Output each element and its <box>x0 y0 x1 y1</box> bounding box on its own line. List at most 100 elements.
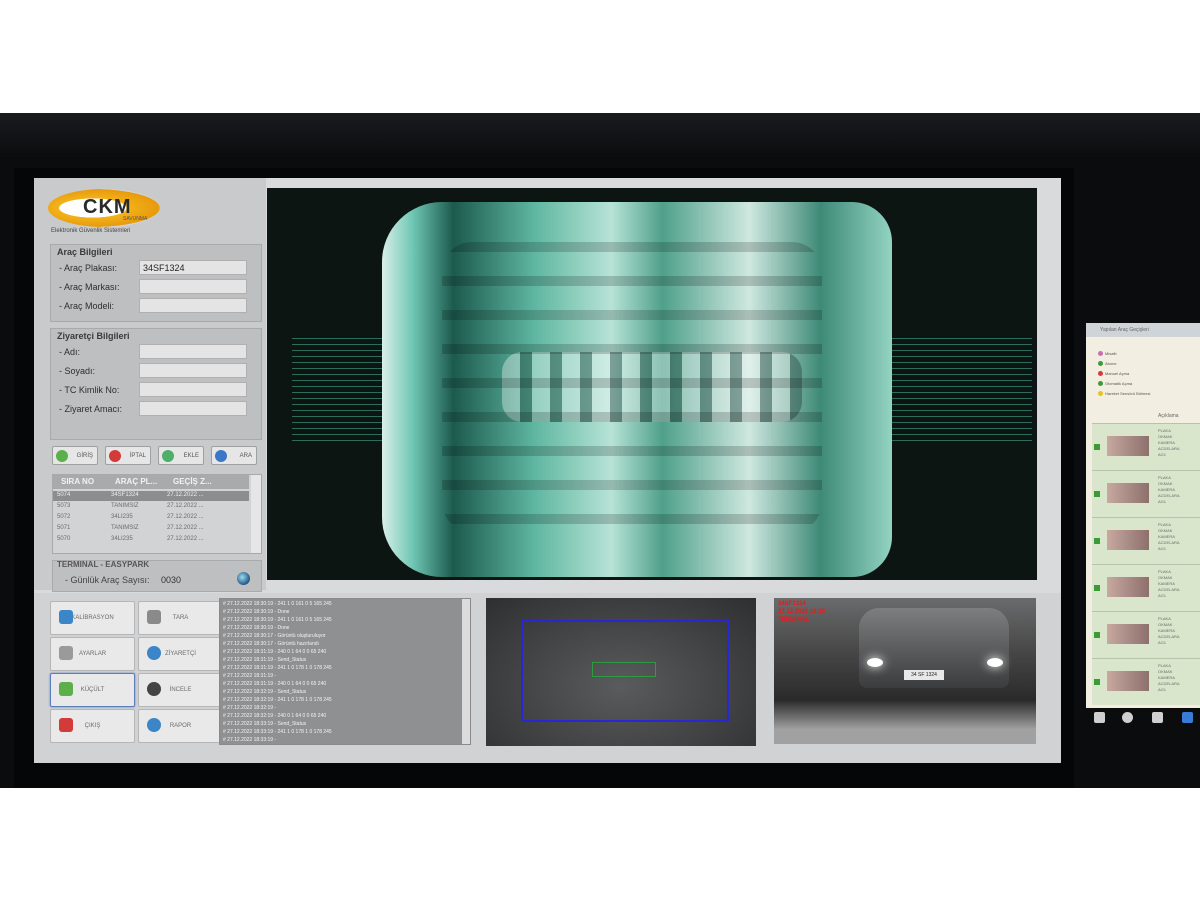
vehicle-info-group: Araç Bilgileri - Araç Plakası: 34SF1324 … <box>50 244 262 322</box>
task-view-icon[interactable] <box>1152 712 1163 723</box>
list-item[interactable]: PLAKA OKMAK KAMERA ACDELARA AG1 <box>1092 658 1200 705</box>
visitor-name-row: - Adı: <box>51 343 261 361</box>
visitor-tc-label: - TC Kimlik No: <box>59 385 120 395</box>
plate-label: - Araç Plakası: <box>59 263 118 273</box>
globe-icon[interactable] <box>237 572 250 585</box>
table-cell: TANIMSIZ <box>111 525 139 531</box>
visitor-tc-row: - TC Kimlik No: <box>51 381 261 399</box>
table-row[interactable]: 5073 TANIMSIZ 27.12.2022 ... <box>53 502 249 512</box>
settings-button[interactable]: AYARLAR <box>50 637 135 671</box>
visitor-info-title: Ziyaretçi Bilgileri <box>57 331 130 341</box>
table-cell: 27.12.2022 ... <box>167 503 204 509</box>
arrow-down-icon <box>59 682 73 696</box>
logo-tagline: Elektronik Güvenlik Sistemleri <box>51 228 131 234</box>
visitor-button[interactable]: ZİYARETÇİ <box>138 637 223 671</box>
tools-icon <box>59 646 73 660</box>
column-header[interactable]: GEÇİŞ Z... <box>173 477 212 486</box>
log-line: # 27.12.2022 18:31:19 - Send_Status <box>223 657 307 663</box>
ekle-label: EKLE <box>183 453 199 459</box>
scan-button[interactable]: TARA <box>138 601 223 635</box>
visitor-surname-label: - Soyadı: <box>59 366 96 376</box>
calibration-icon <box>59 610 73 624</box>
windows-start-icon[interactable] <box>1094 712 1105 723</box>
list-item[interactable]: PLAKA OKMAK KAMERA ACDELARA AG1 <box>1092 611 1200 658</box>
table-cell: 34LI235 <box>111 514 133 520</box>
list-item-text: PLAKA OKMAK KAMERA ACDELARA AG1 <box>1158 475 1180 504</box>
minimize-button[interactable]: KÜÇÜLT <box>50 673 135 707</box>
action-buttons: GİRİŞ İPTAL EKLE ARA <box>52 446 262 468</box>
camera-feed-2[interactable]: 34 SF 1324 34SF1324 27.12.2022 18:20 TER… <box>774 598 1036 744</box>
settings-label: AYARLAR <box>78 651 107 657</box>
table-row[interactable]: 5070 34LI235 27.12.2022 ... <box>53 535 249 545</box>
table-row[interactable]: 5071 TANIMSIZ 27.12.2022 ... <box>53 524 249 534</box>
event-log[interactable]: # 27.12.2022 18:30:19 - 241 1 0 161 0 5 … <box>219 598 471 745</box>
visitor-surname-row: - Soyadı: <box>51 362 261 380</box>
app-icon[interactable] <box>1182 712 1193 723</box>
report-button[interactable]: RAPOR <box>138 709 223 743</box>
table-cell: 27.12.2022 ... <box>167 492 204 498</box>
search-icon[interactable] <box>1122 712 1133 723</box>
inspect-label: İNCELE <box>169 687 192 693</box>
brand-field[interactable] <box>139 279 247 294</box>
legend-label: Manuel Açma <box>1105 371 1130 376</box>
log-line: # 27.12.2022 18:30:17 - Görüntü oluşturu… <box>223 633 326 639</box>
column-header[interactable]: ARAÇ PL... <box>115 477 157 486</box>
license-plate: 34 SF 1324 <box>904 670 944 680</box>
visitor-purpose-field[interactable] <box>139 401 247 416</box>
overlay-datetime: 27.12.2022 18:20 <box>778 609 826 615</box>
legend-item: Hareket Sensörü Bölmesi <box>1098 391 1150 397</box>
giris-button[interactable]: GİRİŞ <box>52 446 98 465</box>
trigger-zone-box <box>592 662 656 677</box>
undercarriage-scan-view[interactable] <box>267 188 1037 580</box>
minimize-label: KÜÇÜLT <box>80 687 105 693</box>
table-cell: 27.12.2022 ... <box>167 525 204 531</box>
table-scrollbar[interactable] <box>251 475 261 553</box>
table-row[interactable]: 5074 34SF1324 27.12.2022 ... <box>53 491 249 501</box>
visitor-surname-field[interactable] <box>139 363 247 378</box>
table-row[interactable]: 5072 34LI235 27.12.2022 ... <box>53 513 249 523</box>
table-cell: 5071 <box>57 525 71 531</box>
iptal-label: İPTAL <box>129 453 146 459</box>
status-icon <box>1094 585 1100 591</box>
list-item-text: PLAKA OKMAK KAMERA ACDELARA AG1 <box>1158 428 1180 457</box>
overlay-plate: 34SF1324 <box>778 601 806 607</box>
thumbnail <box>1107 577 1149 597</box>
calibration-button[interactable]: KALİBRASYON <box>50 601 135 635</box>
vehicle-undercarriage-image <box>382 202 892 577</box>
log-scrollbar[interactable] <box>462 599 470 744</box>
camera-feed-1[interactable] <box>486 598 756 746</box>
ekle-button[interactable]: EKLE <box>158 446 204 465</box>
legend-label: Misafir <box>1105 351 1117 356</box>
visitor-tc-field[interactable] <box>139 382 247 397</box>
column-header[interactable]: SIRA NO <box>61 477 94 486</box>
exit-button[interactable]: ÇIKIŞ <box>50 709 135 743</box>
terminal-title: TERMINAL - EASYPARK <box>57 560 150 569</box>
list-item-text: PLAKA OKMAK KAMERA ACDELARA AG1 <box>1158 663 1180 692</box>
log-line: # 27.12.2022 18:31:19 - 240 0 1 64 0 0 6… <box>223 681 327 687</box>
plate-row: - Araç Plakası: 34SF1324 <box>51 259 261 277</box>
model-field[interactable] <box>139 298 247 313</box>
table-cell: 5072 <box>57 514 71 520</box>
list-item[interactable]: PLAKA OKMAK KAMERA ACDELARA AG1 <box>1092 423 1200 470</box>
inspect-button[interactable]: İNCELE <box>138 673 223 707</box>
log-line: # 27.12.2022 18:30:19 - Done <box>223 609 290 615</box>
list-item[interactable]: PLAKA OKMAK KAMERA ACDELARA AG1 <box>1092 517 1200 564</box>
iptal-button[interactable]: İPTAL <box>105 446 151 465</box>
list-item[interactable]: PLAKA OKMAK KAMERA ACDELARA AG1 <box>1092 564 1200 611</box>
list-item[interactable]: PLAKA OKMAK KAMERA ACDELARA AG1 <box>1092 470 1200 517</box>
log-line: # 27.12.2022 18:33:19 - 241 1 0 178 1 0 … <box>223 729 332 735</box>
ara-button[interactable]: ARA <box>211 446 257 465</box>
list-item-text: PLAKA OKMAK KAMERA ACDELARA AG1 <box>1158 522 1180 551</box>
log-line: # 27.12.2022 18:33:19 - Send_Status <box>223 721 307 727</box>
visitor-name-field[interactable] <box>139 344 247 359</box>
plate-field[interactable]: 34SF1324 <box>139 260 247 275</box>
visitor-name-label: - Adı: <box>59 347 81 357</box>
thumbnail <box>1107 624 1149 644</box>
passage-table: SIRA NO ARAÇ PL... GEÇİŞ Z... 5074 34SF1… <box>52 474 262 554</box>
scan-icon <box>147 610 161 624</box>
table-cell: 34SF1324 <box>111 492 139 498</box>
headlight <box>867 658 883 667</box>
legend-item: Abone <box>1098 361 1117 367</box>
legend-label: Abone <box>1105 361 1117 366</box>
exit-label: ÇIKIŞ <box>84 723 101 729</box>
